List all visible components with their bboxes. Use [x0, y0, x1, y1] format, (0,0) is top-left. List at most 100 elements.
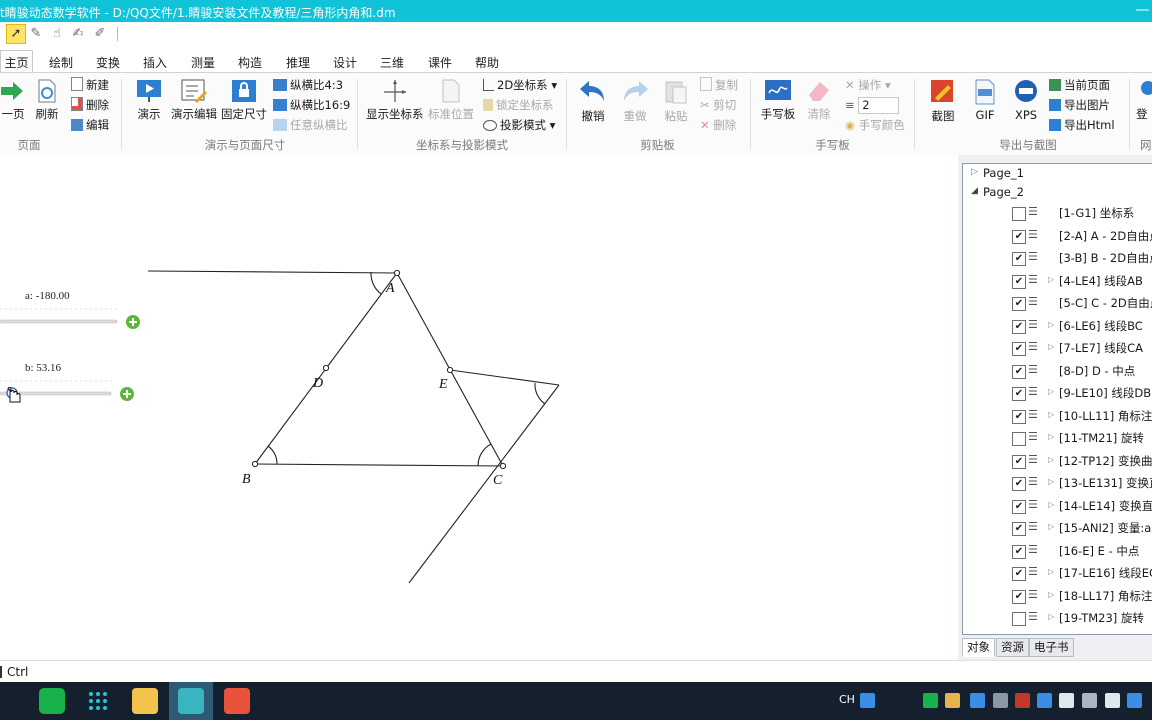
demo-button[interactable]: 演示 [134, 79, 164, 122]
undo-button[interactable]: 撤销 [578, 79, 608, 124]
minimize-button[interactable]: — [1133, 2, 1152, 20]
tree-item[interactable]: ✔☰ ▷ [13-LE131] 变换直线 [963, 474, 1152, 496]
tree-item[interactable]: ✔ ☰ ▷ [9-LE10] 线段DB [963, 384, 1152, 406]
brush-icon[interactable]: ✐ [91, 25, 109, 43]
point-b[interactable] [251, 460, 259, 468]
paste-button[interactable]: 粘贴 [661, 79, 691, 124]
checkbox-checked[interactable]: ✔ [1012, 499, 1026, 514]
edit-icon[interactable]: ✍ [69, 25, 87, 43]
volume-tray-icon[interactable] [945, 693, 960, 708]
prev-page-button[interactable]: 一页 [0, 79, 26, 122]
login-button[interactable]: 登 [1136, 79, 1152, 122]
operate-dropdown[interactable]: ✕ 操作 ▾ [845, 76, 891, 94]
tree-item[interactable]: ✔ ☰ ▷ [17-LE16] 线段EC [963, 564, 1152, 586]
expand-arrow-icon[interactable]: ▷ [1048, 590, 1054, 599]
pen-color-button[interactable]: ◉ 手写颜色 [845, 116, 905, 134]
tree-item[interactable]: ✔ ☰ [16-E] E - 中点 [963, 542, 1152, 564]
expand-arrow-icon[interactable]: ▷ [1048, 567, 1054, 576]
clear-button[interactable]: 清除 [805, 79, 833, 122]
checkbox-checked[interactable]: ✔ [1012, 319, 1026, 334]
slider-a-track[interactable] [0, 319, 118, 324]
checkbox-checked[interactable]: ✔ [1012, 589, 1026, 604]
tree-item[interactable]: ☰ ▷ [19-TM23] 旋转 [963, 609, 1152, 631]
expand-arrow-icon[interactable]: ▷ [1048, 275, 1054, 284]
show-coord-button[interactable]: 显示坐标系 [366, 79, 424, 122]
checkbox-unchecked[interactable] [1012, 432, 1026, 446]
tab-transform[interactable]: 变换 [96, 54, 120, 71]
screen-recorder-icon[interactable] [178, 688, 204, 714]
expand-arrow-icon[interactable]: ▷ [1048, 432, 1054, 441]
checkbox-unchecked[interactable] [1012, 612, 1026, 626]
xps-button[interactable]: XPS [1011, 79, 1041, 122]
search-tray-icon[interactable] [860, 693, 875, 708]
checkbox-checked[interactable]: ✔ [1012, 409, 1026, 424]
cut-button[interactable]: ✂ 剪切 [700, 96, 736, 114]
expand-arrow-icon[interactable]: ▷ [1048, 410, 1054, 419]
point-c[interactable] [499, 462, 507, 470]
app-tray-icon[interactable] [1015, 693, 1030, 708]
checkbox-checked[interactable]: ✔ [1012, 274, 1026, 289]
tab-help[interactable]: 帮助 [475, 54, 499, 71]
tab-measure[interactable]: 测量 [191, 54, 215, 71]
checkbox-unchecked[interactable] [1012, 207, 1026, 221]
edit-page-button[interactable]: 编辑 [71, 116, 109, 134]
checkbox-checked[interactable]: ✔ [1012, 454, 1026, 469]
expand-arrow-icon[interactable]: ▷ [1048, 455, 1054, 464]
expand-arrow-icon[interactable]: ▷ [1048, 477, 1054, 486]
copy-button[interactable]: 复制 [700, 76, 738, 94]
projection-mode-dropdown[interactable]: 投影模式 ▾ [483, 116, 555, 134]
tab-draw[interactable]: 绘制 [49, 54, 73, 71]
checkbox-checked[interactable]: ✔ [1012, 544, 1026, 559]
gif-button[interactable]: GIF [970, 79, 1000, 122]
drawing-canvas[interactable]: A B C D E a: -180.00 b: 53.16 [0, 155, 958, 660]
tab-3d[interactable]: 三维 [380, 54, 404, 71]
display-tray-icon[interactable] [1037, 693, 1052, 708]
refresh-button[interactable]: 刷新 [33, 79, 61, 122]
tree-item[interactable]: ✔ ☰ ▷ [6-LE6] 线段BC [963, 317, 1152, 339]
handwriting-board-button[interactable]: 手写板 [759, 79, 797, 122]
cursor-icon[interactable]: ➚ [6, 24, 26, 44]
tree-item[interactable]: ☰ [1-G1] 坐标系 [963, 204, 1152, 226]
iqiyi-icon[interactable] [39, 688, 65, 714]
pen-width-value[interactable]: 2 [858, 97, 900, 114]
tree-item[interactable]: ✔ ☰ ▷ [4-LE4] 线段AB [963, 272, 1152, 294]
checkbox-checked[interactable]: ✔ [1012, 477, 1026, 491]
speaker-tray-icon[interactable] [1105, 693, 1120, 708]
delete-clip-button[interactable]: ✕ 删除 [700, 116, 736, 134]
input-language[interactable]: CH [839, 693, 855, 706]
ratio-4-3-button[interactable]: 纵横比4:3 [273, 76, 343, 94]
tree-item[interactable]: ✔ ☰ [5-C] C - 2D自由点 [963, 294, 1152, 316]
checkbox-checked[interactable]: ✔ [1012, 229, 1026, 244]
tree-item[interactable]: ✔ ☰ ▷ [18-LL17] 角标注 [963, 587, 1152, 609]
point-e[interactable] [446, 366, 454, 374]
current-page-button[interactable]: 当前页面 [1049, 76, 1110, 94]
demo-edit-button[interactable]: 演示编辑 [171, 79, 217, 122]
tree-item[interactable]: ✔ ☰ [8-D] D - 中点 [963, 362, 1152, 384]
checkbox-checked[interactable]: ✔ [1012, 342, 1026, 356]
pen-width-field[interactable]: ≡ 2 [845, 96, 900, 114]
pencil-icon[interactable]: ✎ [27, 25, 45, 43]
checkbox-checked[interactable]: ✔ [1012, 567, 1026, 581]
expand-arrow-icon[interactable]: ▷ [1048, 387, 1054, 396]
camtasia-icon[interactable] [224, 688, 250, 714]
point-a[interactable] [393, 269, 401, 277]
ratio-16-9-button[interactable]: 纵横比16:9 [273, 96, 350, 114]
tree-item[interactable]: ✔☰ ▷ [12-TP12] 变换曲线 [963, 452, 1152, 474]
export-html-button[interactable]: 导出Html [1049, 116, 1115, 134]
screenshot-button[interactable]: 截图 [928, 79, 958, 124]
tab-resources[interactable]: 资源 [996, 638, 1029, 657]
iqiyi-tray-icon[interactable] [923, 693, 938, 708]
notification-tray-icon[interactable] [1127, 693, 1142, 708]
settings-tray-icon[interactable] [970, 693, 985, 708]
export-image-button[interactable]: 导出图片 [1049, 96, 1110, 114]
tree-item[interactable]: ✔ ☰ ▷ [10-LL11] 角标注 [963, 407, 1152, 429]
tree-item[interactable]: ✔ ☰ [3-B] B - 2D自由点 [963, 249, 1152, 271]
new-page-button[interactable]: 新建 [71, 76, 109, 94]
tab-design[interactable]: 设计 [333, 54, 357, 71]
tab-insert[interactable]: 插入 [143, 54, 167, 71]
expand-arrow-icon[interactable]: ▷ [1048, 342, 1054, 351]
std-position-button[interactable]: 标准位置 [427, 79, 475, 122]
expand-arrow-icon[interactable]: ▷ [1048, 522, 1054, 531]
expand-arrow-icon[interactable]: ▷ [1048, 320, 1054, 329]
tree-item[interactable]: ✔ ☰ [2-A] A - 2D自由点 [963, 227, 1152, 249]
